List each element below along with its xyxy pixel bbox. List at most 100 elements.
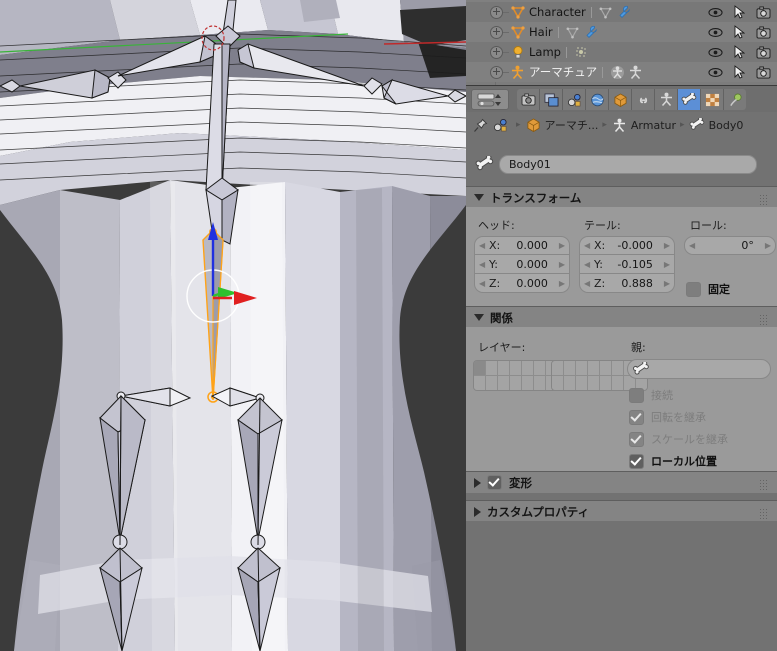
camera-icon[interactable]: [751, 43, 775, 61]
layer-cell[interactable]: [534, 376, 546, 390]
layer-cell[interactable]: [486, 376, 498, 390]
layer-cell[interactable]: [510, 361, 522, 376]
increment-arrow-icon[interactable]: ▶: [664, 260, 670, 269]
eye-icon[interactable]: [703, 63, 727, 81]
checkbox-icon[interactable]: [629, 409, 644, 425]
checkbox-icon[interactable]: [629, 431, 644, 447]
expand-toggle-icon[interactable]: [490, 65, 503, 79]
increment-arrow-icon[interactable]: ▶: [664, 279, 670, 288]
layer-cell[interactable]: [612, 376, 624, 390]
scene-tab[interactable]: [563, 89, 586, 110]
layer-cell[interactable]: [576, 361, 588, 376]
modifier-wrench-icon[interactable]: [615, 4, 633, 20]
expand-toggle-icon[interactable]: [490, 45, 503, 59]
panel-grip-icon[interactable]: [759, 194, 770, 205]
custom-properties-panel-header[interactable]: カスタムプロパティ: [466, 500, 777, 522]
mesh-data-icon[interactable]: [597, 4, 615, 20]
object-tab[interactable]: [609, 89, 632, 110]
inherit-rotation-toggle[interactable]: 回転を継承: [629, 407, 706, 427]
outliner-row[interactable]: Hair: [466, 22, 777, 42]
layer-cell[interactable]: [498, 361, 510, 376]
checkbox-icon[interactable]: [629, 453, 644, 469]
bone-tab[interactable]: [678, 89, 701, 110]
lock-toggle[interactable]: 固定: [686, 279, 730, 299]
layer-cell[interactable]: [600, 376, 612, 390]
layer-cell[interactable]: [552, 361, 564, 376]
constraints-tab[interactable]: [632, 89, 655, 110]
layer-cell[interactable]: [600, 361, 612, 376]
layer-cell[interactable]: [576, 376, 588, 390]
increment-arrow-icon[interactable]: ▶: [765, 241, 771, 250]
transform-panel-header[interactable]: トランスフォーム: [466, 186, 777, 208]
pose-icon[interactable]: [626, 64, 644, 80]
cursor-arrow-icon[interactable]: [727, 63, 751, 81]
panel-grip-icon[interactable]: [759, 314, 770, 325]
outliner-row-buttons[interactable]: [703, 62, 775, 82]
armature-data-tab[interactable]: [655, 89, 678, 110]
head-vector-fields[interactable]: ◀ X: 0.000 ▶ ◀ Y: 0.000 ▶ ◀ Z: 0.000 ▶: [474, 236, 570, 293]
tail-x-field[interactable]: ◀ X: -0.000 ▶: [579, 236, 675, 255]
render-tab[interactable]: [517, 89, 540, 110]
outliner-row-buttons[interactable]: [703, 42, 775, 62]
eye-icon[interactable]: [703, 3, 727, 21]
tail-vector-fields[interactable]: ◀ X: -0.000 ▶ ◀ Y: -0.105 ▶ ◀ Z: 0.888 ▶: [579, 236, 675, 293]
outliner-row[interactable]: Character: [466, 2, 777, 22]
layer-cell[interactable]: [486, 361, 498, 376]
layer-cell[interactable]: [588, 376, 600, 390]
3d-viewport[interactable]: [0, 0, 466, 651]
world-tab[interactable]: [586, 89, 609, 110]
breadcrumb-item-object[interactable]: アーマチ...: [525, 117, 598, 134]
layer-cell[interactable]: [498, 376, 510, 390]
expand-toggle-icon[interactable]: [490, 5, 503, 19]
layer-cell[interactable]: [564, 376, 576, 390]
camera-icon[interactable]: [751, 3, 775, 21]
chevron-down-icon[interactable]: [474, 194, 484, 201]
bone-constraints-tab[interactable]: [701, 89, 724, 110]
connected-toggle[interactable]: 接続: [629, 385, 673, 405]
physics-tab[interactable]: [724, 89, 746, 110]
camera-icon[interactable]: [751, 63, 775, 81]
layer-cell[interactable]: [564, 361, 576, 376]
breadcrumb-item-armature[interactable]: Armatur: [611, 117, 676, 134]
layer-cell[interactable]: [612, 361, 624, 376]
chevron-down-icon[interactable]: [474, 314, 484, 321]
expand-toggle-icon[interactable]: [490, 25, 503, 39]
layer-cell[interactable]: [588, 361, 600, 376]
layer-cell[interactable]: [474, 361, 486, 376]
render-layers-tab[interactable]: [540, 89, 563, 110]
outliner-row-buttons[interactable]: [703, 22, 775, 42]
camera-icon[interactable]: [751, 23, 775, 41]
editor-type-icon[interactable]: [471, 89, 509, 110]
local-location-toggle[interactable]: ローカル位置: [629, 451, 717, 471]
panel-grip-icon[interactable]: [759, 479, 770, 490]
deform-checkbox-icon[interactable]: [487, 475, 502, 490]
breadcrumb-item-bone[interactable]: Body0: [689, 117, 743, 134]
cursor-arrow-icon[interactable]: [727, 23, 751, 41]
increment-arrow-icon[interactable]: ▶: [559, 241, 565, 250]
layer-cell[interactable]: [474, 376, 486, 390]
layer-cell[interactable]: [510, 376, 522, 390]
breadcrumb[interactable]: ▸ アーマチ... ▸ Armatur ▸ Body0: [466, 112, 777, 138]
properties-header[interactable]: [466, 85, 777, 113]
tail-y-field[interactable]: ◀ Y: -0.105 ▶: [579, 255, 675, 274]
chevron-right-icon[interactable]: [474, 477, 481, 488]
layer-cell[interactable]: [534, 361, 546, 376]
tail-z-field[interactable]: ◀ Z: 0.888 ▶: [579, 274, 675, 293]
cursor-arrow-icon[interactable]: [727, 3, 751, 21]
deform-panel-header[interactable]: 変形: [466, 471, 777, 493]
head-z-field[interactable]: ◀ Z: 0.000 ▶: [474, 274, 570, 293]
outliner-row-buttons[interactable]: [703, 2, 775, 22]
mesh-data-icon[interactable]: [564, 24, 582, 40]
relations-panel-header[interactable]: 関係: [466, 306, 777, 328]
pin-icon[interactable]: [472, 117, 489, 134]
outliner-row-armature[interactable]: アーマチュア: [466, 62, 777, 82]
parent-bone-field[interactable]: [627, 359, 771, 379]
increment-arrow-icon[interactable]: ▶: [559, 279, 565, 288]
layer-cell[interactable]: [522, 361, 534, 376]
layer-cell[interactable]: [552, 376, 564, 390]
checkbox-icon[interactable]: [686, 281, 701, 297]
inherit-scale-toggle[interactable]: スケールを継承: [629, 429, 728, 449]
increment-arrow-icon[interactable]: ▶: [559, 260, 565, 269]
checkbox-icon[interactable]: [629, 387, 644, 403]
roll-field[interactable]: ◀ 0° ▶: [684, 236, 776, 255]
